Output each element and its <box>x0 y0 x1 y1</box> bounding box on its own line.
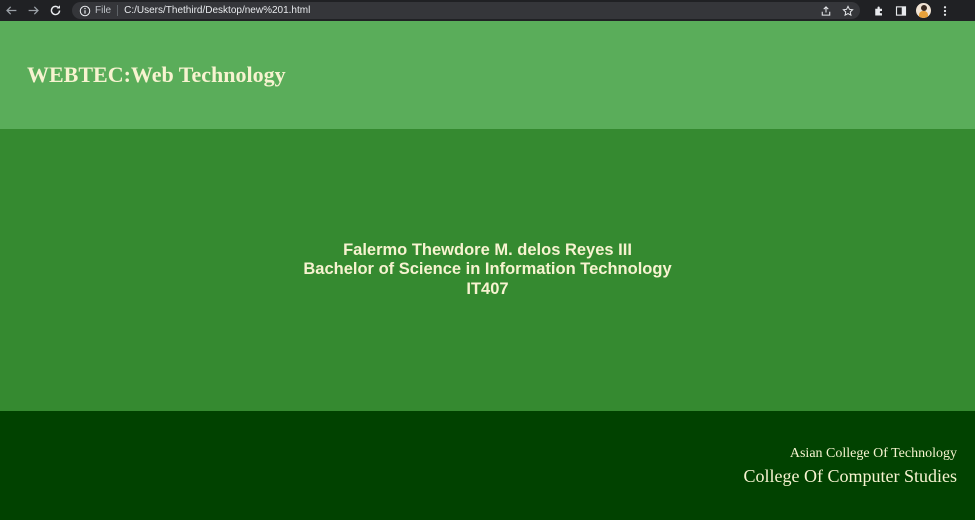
profile-avatar[interactable] <box>912 0 934 21</box>
college-name: College Of Computer Studies <box>743 465 957 486</box>
page-title: WEBTEC:Web Technology <box>27 62 286 87</box>
star-icon[interactable] <box>842 4 854 17</box>
student-name: Falermo Thewdore M. delos Reyes III <box>343 240 632 259</box>
address-bar[interactable]: File C:/Users/Thethird/Desktop/new%201.h… <box>72 2 860 19</box>
forward-arrow-icon[interactable] <box>22 0 44 21</box>
side-panel-icon[interactable] <box>890 0 912 21</box>
share-icon[interactable] <box>820 5 832 17</box>
info-icon[interactable] <box>79 5 91 17</box>
divider <box>117 5 119 16</box>
degree-program: Bachelor of Science in Information Techn… <box>303 260 672 279</box>
school-name: Asian College Of Technology <box>789 445 957 461</box>
avatar <box>915 3 931 18</box>
browser-toolbar: File C:/Users/Thethird/Desktop/new%201.h… <box>0 0 975 21</box>
main-content: Falermo Thewdore M. delos Reyes III Bach… <box>0 129 975 411</box>
back-arrow-icon[interactable] <box>0 0 22 21</box>
menu-kebab-icon[interactable] <box>934 0 956 21</box>
page-header: WEBTEC:Web Technology <box>0 21 975 129</box>
reload-icon[interactable] <box>44 0 66 21</box>
extensions-icon[interactable] <box>868 0 890 21</box>
url-text[interactable]: C:/Users/Thethird/Desktop/new%201.html <box>124 5 310 16</box>
web-page: WEBTEC:Web Technology Falermo Thewdore M… <box>0 21 975 520</box>
page-footer: Asian College Of Technology College Of C… <box>0 411 975 520</box>
scheme-label: File <box>95 5 112 16</box>
section-code: IT407 <box>466 279 509 298</box>
